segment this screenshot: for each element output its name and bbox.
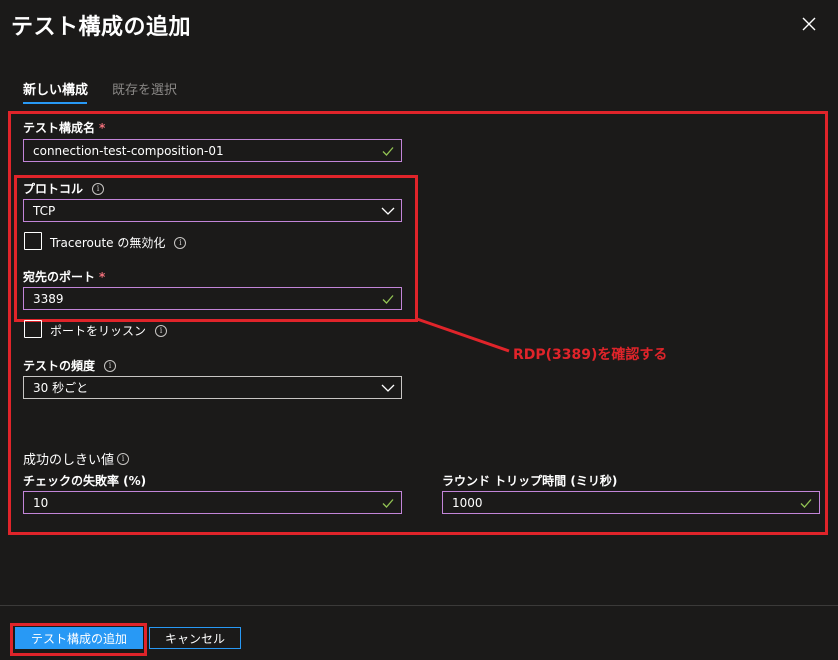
disable-traceroute-checkbox[interactable] xyxy=(24,232,42,250)
footer-divider xyxy=(0,605,838,606)
frequency-value: 30 秒ごと xyxy=(33,381,89,395)
info-icon[interactable]: i xyxy=(92,182,105,195)
required-mark: * xyxy=(99,269,106,284)
listen-port-label: ポートをリッスン i xyxy=(50,322,168,339)
dest-port-label-text: 宛先のポート xyxy=(23,270,96,284)
config-name-label: テスト構成名 * xyxy=(23,119,105,136)
check-fail-input[interactable]: 10 xyxy=(23,491,402,514)
checkmark-icon xyxy=(382,294,394,304)
check-fail-value: 10 xyxy=(33,495,49,510)
disable-traceroute-label-text: Traceroute の無効化 xyxy=(50,236,166,250)
info-icon[interactable]: i xyxy=(174,236,187,249)
tab-active-indicator xyxy=(23,102,87,104)
protocol-label-text: プロトコル xyxy=(23,182,84,196)
frequency-select[interactable]: 30 秒ごと xyxy=(23,376,402,399)
listen-port-label-text: ポートをリッスン xyxy=(50,324,147,338)
disable-traceroute-label: Traceroute の無効化 i xyxy=(50,234,187,251)
config-name-input[interactable]: connection-test-composition-01 xyxy=(23,139,402,162)
info-icon[interactable]: i xyxy=(155,324,168,337)
round-trip-input[interactable]: 1000 xyxy=(442,491,820,514)
config-name-value: connection-test-composition-01 xyxy=(33,143,224,158)
cancel-button[interactable]: キャンセル xyxy=(149,627,241,649)
tab-select-existing[interactable]: 既存を選択 xyxy=(112,79,177,98)
frequency-label: テストの頻度 i xyxy=(23,357,117,374)
close-icon xyxy=(802,17,816,31)
check-fail-label: チェックの失敗率 (%) xyxy=(23,474,147,488)
dest-port-label: 宛先のポート * xyxy=(23,268,105,285)
protocol-label: プロトコル i xyxy=(23,180,105,197)
listen-port-checkbox[interactable] xyxy=(24,320,42,338)
dest-port-input[interactable]: 3389 xyxy=(23,287,402,310)
page-title: テスト構成の追加 xyxy=(11,15,192,40)
checkmark-icon xyxy=(800,498,812,508)
info-icon[interactable]: i xyxy=(117,452,130,465)
annotation-arrow xyxy=(416,317,510,353)
round-trip-label: ラウンド トリップ時間 (ミリ秒) xyxy=(442,474,618,488)
frequency-label-text: テストの頻度 xyxy=(23,359,96,373)
add-config-button[interactable]: テスト構成の追加 xyxy=(15,627,143,649)
dest-port-value: 3389 xyxy=(33,291,64,306)
info-icon[interactable]: i xyxy=(104,359,117,372)
tab-new-config[interactable]: 新しい構成 xyxy=(23,79,88,98)
config-name-label-text: テスト構成名 xyxy=(23,121,96,135)
success-threshold-heading: 成功のしきい値 i xyxy=(23,449,130,468)
round-trip-value: 1000 xyxy=(452,495,483,510)
required-mark: * xyxy=(99,120,106,135)
protocol-value: TCP xyxy=(33,203,56,218)
chevron-down-icon xyxy=(381,384,395,392)
close-button[interactable] xyxy=(797,12,821,36)
annotation-text: RDP(3389)を確認する xyxy=(513,347,668,363)
protocol-select[interactable]: TCP xyxy=(23,199,402,222)
chevron-down-icon xyxy=(381,207,395,215)
checkmark-icon xyxy=(382,498,394,508)
success-threshold-heading-text: 成功のしきい値 xyxy=(23,453,115,468)
checkmark-icon xyxy=(382,146,394,156)
